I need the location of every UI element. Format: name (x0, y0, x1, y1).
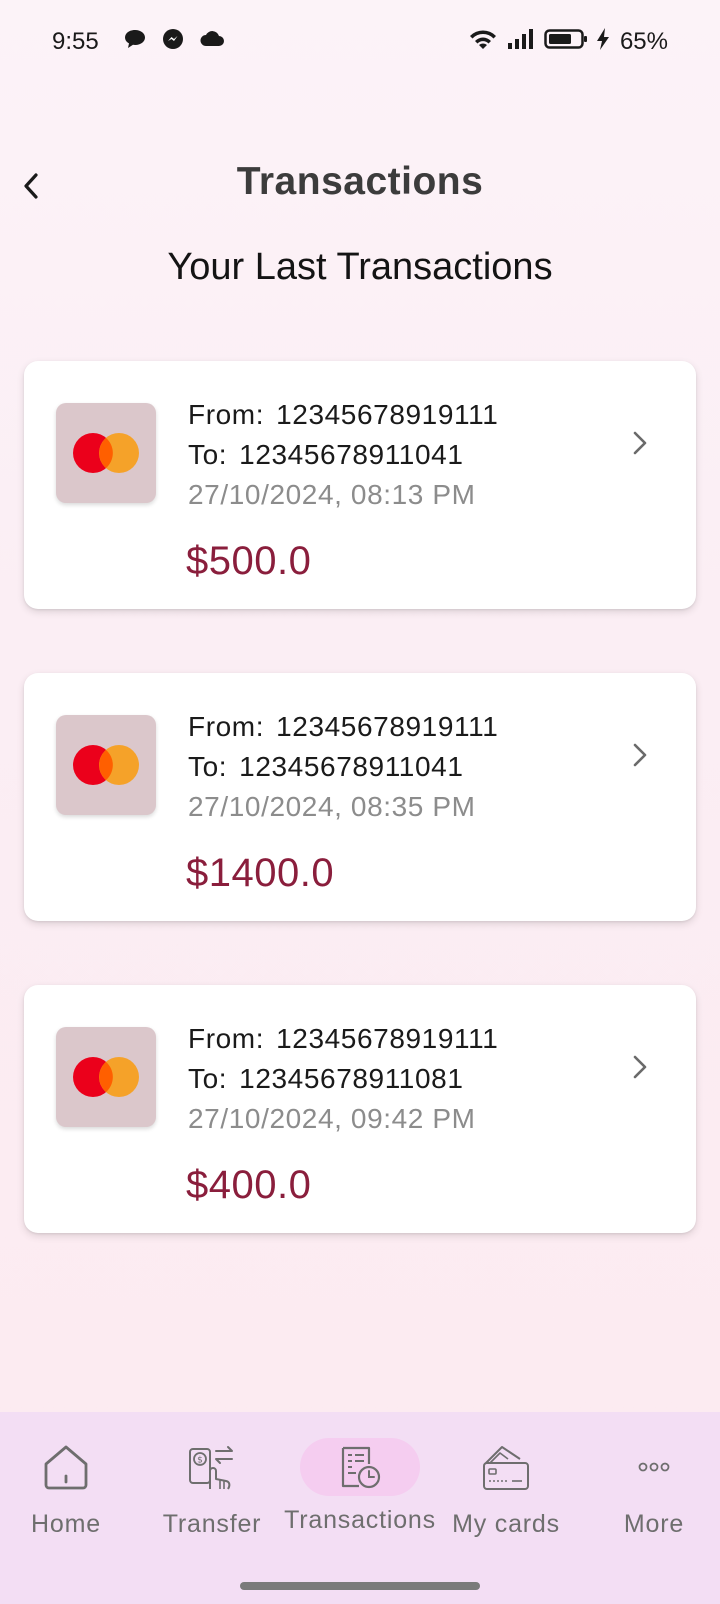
nav-label-transfer: Transfer (162, 1510, 262, 1538)
transaction-date: 27/10/2024, 08:35 PM (188, 791, 476, 822)
to-row: To: 12345678911041 (188, 435, 498, 475)
transaction-amount: $1400.0 (186, 851, 335, 895)
from-row: From: 12345678919111 (188, 707, 498, 747)
mastercard-logo-icon (56, 1027, 156, 1127)
nav-item-more[interactable]: More (584, 1438, 720, 1558)
chevron-right-icon (633, 1055, 647, 1079)
to-account: 12345678911041 (239, 439, 464, 470)
page-subtitle: Your Last Transactions (167, 246, 553, 288)
transaction-details: From: 12345678919111 To: 12345678911081 27… (188, 1019, 498, 1139)
transaction-date: 27/10/2024, 08:13 PM (188, 479, 476, 510)
to-label: To: (188, 439, 228, 470)
svg-text:$: $ (197, 1456, 203, 1466)
mastercard-logo-icon (56, 403, 156, 503)
to-account: 12345678911081 (239, 1063, 464, 1094)
messenger-icon (161, 27, 185, 58)
nav-label-more: More (623, 1510, 685, 1538)
transaction-card[interactable]: From: 12345678919111 To: 12345678911041 27… (24, 673, 696, 921)
status-left: 9:55 (52, 27, 225, 58)
transactions-icon (341, 1446, 381, 1489)
to-label: To: (188, 751, 228, 782)
chat-bubble-icon (123, 28, 147, 57)
from-account: 12345678919111 (276, 711, 499, 742)
nav-label-home: Home (31, 1510, 101, 1538)
chevron-right-icon (633, 431, 647, 455)
from-label: From: (188, 1023, 265, 1054)
home-icon (44, 1445, 88, 1490)
nav-item-my-cards[interactable]: My cards (436, 1438, 576, 1558)
to-row: To: 12345678911041 (188, 747, 498, 787)
more-icon (638, 1462, 670, 1472)
nav-label-transactions: Transactions (284, 1506, 436, 1534)
mastercard-logo-icon (56, 715, 156, 815)
nav-item-home[interactable]: Home (0, 1438, 136, 1558)
wifi-icon (468, 27, 498, 58)
chevron-right-icon (633, 743, 647, 767)
page-title: Transactions (236, 160, 484, 203)
bottom-navigation: Home $ Transfer Transactions My cards Mo… (0, 1412, 720, 1604)
signal-icon (506, 28, 536, 57)
app-header: Transactions (0, 150, 720, 220)
from-account: 12345678919111 (276, 1023, 499, 1054)
nav-item-transfer[interactable]: $ Transfer (142, 1438, 282, 1558)
status-right: 65% (468, 27, 668, 58)
transaction-amount: $400.0 (186, 1163, 312, 1207)
transfer-icon: $ (189, 1446, 233, 1490)
transaction-card[interactable]: From: 12345678919111 To: 12345678911041 27… (24, 361, 696, 609)
transaction-amount: $500.0 (186, 539, 312, 583)
transaction-date: 27/10/2024, 09:42 PM (188, 1103, 476, 1134)
transaction-card[interactable]: From: 12345678919111 To: 12345678911081 27… (24, 985, 696, 1233)
from-label: From: (188, 711, 265, 742)
transaction-details: From: 12345678919111 To: 12345678911041 27… (188, 395, 498, 515)
to-label: To: (188, 1063, 228, 1094)
transaction-details: From: 12345678919111 To: 12345678911041 27… (188, 707, 498, 827)
from-label: From: (188, 399, 265, 430)
from-row: From: 12345678919111 (188, 395, 498, 435)
home-indicator[interactable] (240, 1582, 480, 1590)
battery-percentage: 65% (619, 28, 668, 55)
battery-icon (544, 28, 588, 57)
from-row: From: 12345678919111 (188, 1019, 498, 1059)
transaction-list: From: 12345678919111 To: 12345678911041 27… (24, 361, 696, 1297)
to-row: To: 12345678911081 (188, 1059, 498, 1099)
from-account: 12345678919111 (276, 399, 499, 430)
cloud-icon (199, 28, 225, 56)
to-account: 12345678911041 (239, 751, 464, 782)
credit-card-icon (483, 1446, 529, 1490)
nav-item-transactions[interactable]: Transactions (284, 1438, 435, 1558)
status-bar: 9:55 65% (0, 0, 720, 84)
active-indicator (300, 1438, 420, 1496)
charging-icon (596, 27, 610, 58)
nav-label-my-cards: My cards (452, 1510, 560, 1538)
status-time: 9:55 (52, 28, 99, 55)
